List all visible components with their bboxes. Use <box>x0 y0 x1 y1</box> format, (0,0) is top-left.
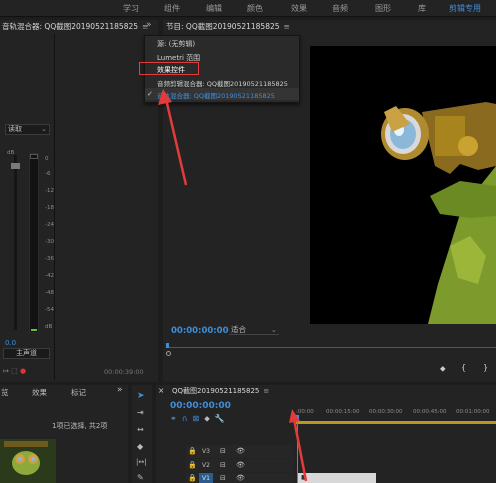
ruler-tick: 00:00:30:00 <box>369 409 403 415</box>
workspace-edit[interactable]: 编辑 <box>206 3 222 14</box>
ripple-edit-icon[interactable]: ↔ <box>137 425 144 434</box>
mixer-timecode: 00:00:39:00 <box>104 368 144 376</box>
timeline-panel: × QQ截图20190521185825 ≡ 00:00:00:00 ⚭∩⊠⬥🔧 … <box>156 385 496 483</box>
db-tick: -12 <box>45 188 54 194</box>
video-frame[interactable] <box>310 46 496 324</box>
timeline-timecode[interactable]: 00:00:00:00 <box>170 401 231 411</box>
razor-icon[interactable]: ◆ <box>137 442 143 451</box>
workspace-color[interactable]: 颜色 <box>247 3 263 14</box>
audio-mixer-title[interactable]: 音轨混合器: QQ截图20190521185825 ≡ <box>0 20 158 34</box>
db-tick: -54 <box>45 307 54 313</box>
workspace-learn[interactable]: 学习 <box>123 3 139 14</box>
selection-tool-icon[interactable]: ➤ <box>137 391 145 401</box>
tools-panel: ➤ ⇥ ↔ ◆ |↔| ✎ <box>132 385 152 483</box>
db-label: dB <box>7 150 15 156</box>
annotation-arrow-timeline <box>289 409 308 482</box>
program-timecode[interactable]: 00:00:00:00 <box>171 326 229 336</box>
db-tick: -48 <box>45 290 54 296</box>
db-tick: -18 <box>45 205 54 211</box>
tab-browser[interactable]: 览 <box>1 387 9 398</box>
workspace-libraries[interactable]: 库 <box>418 3 426 14</box>
menu-item-source[interactable]: 源: (无剪辑) <box>157 39 195 49</box>
workspace-audio[interactable]: 音频 <box>332 3 348 14</box>
master-track-label: 主声道 <box>3 348 50 359</box>
workspace-effects[interactable]: 效果 <box>291 3 307 14</box>
fader-handle[interactable] <box>11 163 20 169</box>
db-tick: -24 <box>45 222 54 228</box>
tab-effects[interactable]: 效果 <box>32 387 47 398</box>
level-meter-fill <box>31 329 37 331</box>
program-scrubber[interactable] <box>166 347 496 348</box>
fader-track[interactable] <box>14 155 17 330</box>
channel-divider <box>54 34 55 380</box>
pen-icon[interactable]: ✎ <box>137 473 144 482</box>
slip-icon[interactable]: |↔| <box>136 458 147 466</box>
db-tick: -36 <box>45 256 54 262</box>
project-panel: 览 效果 标记 » 1项已选择, 共2项 <box>0 385 128 483</box>
ruler-tick: 00:00:45:00 <box>413 409 447 415</box>
track-header-v2[interactable]: 🔒 V2 ⊟ 👁 <box>186 459 294 472</box>
workspace-bar: 学习 组件 编辑 颜色 效果 音频 图形 库 剪辑专用 <box>0 0 496 17</box>
read-mode-dropdown[interactable]: 读取 ⌄ <box>5 124 50 135</box>
tab-markers[interactable]: 标记 <box>71 387 86 398</box>
program-title[interactable]: 节目: QQ截图20190521185825 ≡ <box>163 20 496 34</box>
level-meter <box>29 153 39 333</box>
db-tick: -6 <box>45 171 51 177</box>
db-tick: -42 <box>45 273 54 279</box>
db-tick: dB <box>45 324 53 330</box>
db-tick: 0 <box>45 156 49 162</box>
clip-indicator <box>30 154 38 159</box>
track-header-v3[interactable]: 🔒 V3 ⊟ 👁 <box>186 445 294 458</box>
workspace-custom-active[interactable]: 剪辑专用 <box>449 3 481 14</box>
audio-mixer-panel: 音轨混合器: QQ截图20190521185825 ≡ » 读取 ⌄ 0 -6 -1… <box>0 20 158 382</box>
channel-value: 0.0 <box>5 339 17 347</box>
annotation-arrow <box>158 89 188 186</box>
marker-icon[interactable]: ⬥ <box>440 364 446 374</box>
fit-dropdown[interactable]: 适合 ⌄ <box>229 324 279 335</box>
program-image <box>381 102 496 324</box>
workspace-assembly[interactable]: 组件 <box>164 3 180 14</box>
selection-info: 1项已选择, 共2项 <box>52 422 108 430</box>
zoom-handle[interactable] <box>166 351 171 356</box>
track-header-v1[interactable]: 🔒 V1 ⊟ 👁 <box>186 473 294 483</box>
ruler-tick: 00:00:15:00 <box>326 409 360 415</box>
timeline-close-icon[interactable]: × <box>158 386 164 395</box>
track-select-icon[interactable]: ⇥ <box>137 408 144 417</box>
expand-panels-icon[interactable]: » <box>117 385 123 395</box>
ruler-tick: 00:01:00:00 <box>456 409 490 415</box>
program-playhead[interactable] <box>166 343 169 348</box>
timeline-title[interactable]: QQ截图20190521185825 ≡ <box>172 386 269 396</box>
expand-panels-icon[interactable]: » <box>146 20 152 30</box>
work-area-bar[interactable] <box>296 421 496 424</box>
timeline-tool-icons[interactable]: ⚭∩⊠⬥🔧 <box>170 414 230 424</box>
db-tick: -30 <box>45 239 54 245</box>
clip-thumbnail[interactable] <box>0 439 56 483</box>
mark-in-icon[interactable]: { <box>461 363 466 372</box>
transport-icons[interactable]: ↦ ⬚ ● <box>3 367 26 375</box>
menu-item-effect-controls[interactable]: 效果控件 <box>157 65 185 75</box>
mark-out-icon[interactable]: } <box>483 363 488 372</box>
workspace-graphics[interactable]: 图形 <box>375 3 391 14</box>
